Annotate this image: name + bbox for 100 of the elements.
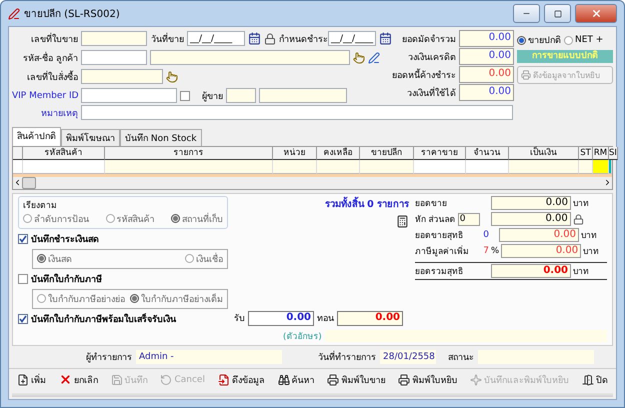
table-cell[interactable] bbox=[593, 160, 609, 174]
column-header: ขายปลีก bbox=[360, 147, 414, 160]
printer-icon bbox=[521, 70, 531, 80]
table-cell[interactable] bbox=[105, 160, 273, 174]
scroll-thumb[interactable] bbox=[22, 176, 36, 189]
column-header: RM bbox=[593, 147, 609, 160]
column-header: เป็นเงิน bbox=[509, 147, 579, 160]
table-cell[interactable] bbox=[579, 160, 593, 174]
column-header: ST bbox=[579, 147, 593, 160]
table-cell[interactable] bbox=[360, 160, 414, 174]
tab[interactable]: สินค้าปกติ bbox=[12, 127, 61, 146]
radio-button[interactable] bbox=[564, 36, 573, 44]
status-label: วันที่ทำรายการ bbox=[317, 350, 376, 364]
table-cell[interactable] bbox=[509, 160, 579, 174]
checkbox-label: บันทึกใบกำกับภาษีพร้อมใบเสร็จรับเงิน bbox=[31, 312, 176, 326]
lock-icon[interactable] bbox=[264, 32, 276, 44]
balance-label: ยอดมัดจำรวม bbox=[401, 34, 456, 46]
radio-button[interactable] bbox=[23, 214, 32, 224]
radio-label: เงินสด bbox=[48, 254, 72, 266]
receive-field[interactable]: 0.00 bbox=[248, 310, 314, 326]
minimize-button[interactable] bbox=[513, 4, 540, 23]
window-title: ขายปลีก (SL-RS002) bbox=[24, 8, 121, 21]
radio-button[interactable] bbox=[37, 294, 46, 304]
checkbox[interactable] bbox=[18, 274, 28, 284]
column-header: รายการ bbox=[105, 147, 273, 160]
user-value: Admin - bbox=[136, 350, 282, 364]
table-cell[interactable] bbox=[414, 160, 466, 174]
balance-value: 0.00 bbox=[459, 66, 514, 83]
radio-button[interactable] bbox=[106, 214, 114, 224]
summary-value: 0.00 bbox=[491, 196, 571, 210]
date-value: 28/01/2558 bbox=[380, 350, 436, 364]
table-cell[interactable] bbox=[317, 160, 360, 174]
column-header: จำนวน bbox=[466, 147, 509, 160]
table-cell[interactable] bbox=[273, 160, 317, 174]
calendar-icon[interactable] bbox=[379, 32, 392, 45]
toolbar-button[interactable]: ดึงข้อมูล bbox=[216, 372, 267, 388]
radio-button[interactable] bbox=[37, 254, 46, 264]
radio-label: ขายปกติ bbox=[528, 34, 561, 47]
receive-label: รับ bbox=[234, 313, 245, 326]
maximize-button[interactable] bbox=[544, 4, 571, 23]
amount-in-words-label: (ตัวอักษร) bbox=[283, 330, 322, 343]
sale-number-field[interactable] bbox=[81, 31, 147, 46]
seller-code-field[interactable] bbox=[226, 88, 256, 103]
date-field[interactable]: __/__/____ bbox=[187, 31, 245, 46]
close-icon bbox=[590, 8, 602, 19]
change-field: 0.00 bbox=[337, 310, 403, 326]
vip-member-field[interactable] bbox=[81, 88, 177, 103]
scroll-right-icon[interactable] bbox=[603, 178, 612, 188]
toolbar-button[interactable]: ค้นหา bbox=[276, 372, 317, 388]
pointing-hand-icon[interactable] bbox=[353, 52, 365, 64]
calculator-icon[interactable] bbox=[396, 214, 409, 228]
seller-name-field[interactable] bbox=[259, 88, 347, 103]
summary-value: 0.00 bbox=[491, 264, 571, 278]
toolbar-button[interactable]: ปิด bbox=[580, 372, 610, 388]
pointing-hand-icon[interactable] bbox=[166, 70, 178, 82]
balance-value: 0.00 bbox=[459, 48, 514, 65]
horizontal-scrollbar[interactable] bbox=[13, 176, 612, 189]
summary-label: ยอดรวมสุทธิ bbox=[415, 266, 464, 278]
radio-label: NET + bbox=[575, 35, 604, 45]
close-button[interactable] bbox=[575, 4, 617, 23]
sale-mode-banner: การขายแบบปกติ bbox=[517, 50, 613, 63]
discount-field[interactable]: 0 bbox=[458, 212, 480, 226]
field-label: VIP Member ID bbox=[12, 90, 78, 100]
table-cell[interactable] bbox=[23, 160, 105, 174]
checkbox[interactable] bbox=[18, 314, 28, 324]
door-icon bbox=[582, 374, 594, 386]
date-field[interactable]: __/__/____ bbox=[328, 31, 376, 46]
scroll-left-icon[interactable] bbox=[13, 178, 22, 188]
radio-label: ใบกำกับภาษีอย่างย่อ bbox=[48, 292, 125, 306]
field-label: ผู้ขาย bbox=[201, 90, 223, 102]
checkbox-label: บันทึกชำระเงินสด bbox=[31, 233, 99, 246]
currency-unit: บาท bbox=[573, 266, 589, 278]
radio-button[interactable] bbox=[130, 294, 139, 304]
currency-unit: บาท bbox=[583, 246, 600, 258]
summary-label: หัก ส่วนลด bbox=[415, 214, 456, 226]
customer-code-field[interactable] bbox=[81, 50, 147, 65]
radio-button[interactable] bbox=[517, 36, 526, 44]
checkbox[interactable] bbox=[180, 90, 190, 100]
new-document-icon bbox=[17, 374, 29, 386]
field-label: หมายเหตุ bbox=[40, 108, 78, 120]
tab[interactable]: บันทึก Non Stock bbox=[120, 129, 202, 146]
radio-button[interactable] bbox=[185, 254, 194, 264]
toolbar-button[interactable]: เพิ่ม bbox=[15, 372, 48, 388]
summary-value: 0.00 bbox=[490, 212, 571, 226]
customer-name-field[interactable] bbox=[150, 50, 350, 65]
toolbar-button[interactable]: พิมพ์ใบหยิบ bbox=[396, 372, 460, 388]
toolbar-button[interactable]: ยกเลิก bbox=[56, 372, 100, 388]
radio-button[interactable] bbox=[171, 214, 180, 224]
checkbox[interactable] bbox=[18, 234, 28, 244]
note-field[interactable] bbox=[81, 105, 513, 120]
summary-value: 0.00 bbox=[499, 228, 579, 242]
table-cell[interactable] bbox=[466, 160, 509, 174]
column-header: ราคาขาย bbox=[414, 147, 466, 160]
calendar-icon[interactable] bbox=[248, 32, 261, 45]
po-number-field[interactable] bbox=[81, 69, 163, 84]
toolbar-button[interactable]: พิมพ์ใบขาย bbox=[325, 372, 388, 388]
lock-icon[interactable] bbox=[572, 214, 584, 225]
pen-icon[interactable] bbox=[368, 52, 380, 64]
table-cell[interactable] bbox=[609, 160, 612, 174]
tab[interactable]: พิมพ์โฆษณา bbox=[61, 129, 120, 146]
